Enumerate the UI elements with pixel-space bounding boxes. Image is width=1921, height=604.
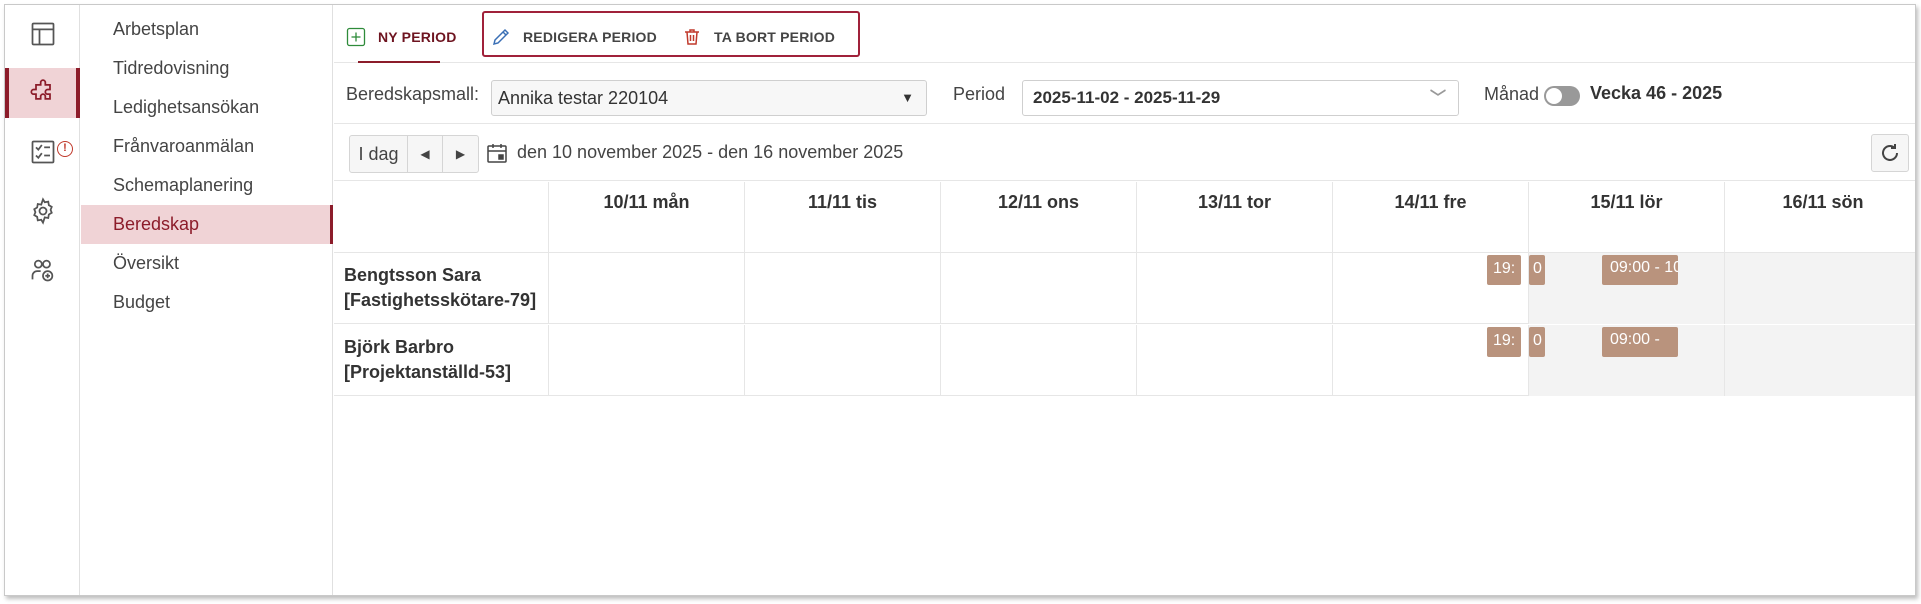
week-label: Vecka 46 - 2025 [1590, 83, 1723, 103]
pencil-icon [492, 28, 510, 46]
filter-bar: Beredskapsmall: Annika testar 220104 ▼ P… [334, 64, 1915, 124]
rail-users[interactable] [5, 245, 80, 295]
shift-chip[interactable]: 19: [1487, 255, 1521, 285]
chevron-down-icon: ﹀ [1429, 90, 1446, 107]
toggle-knob [1546, 88, 1562, 104]
delete-period-button[interactable]: TA BORT PERIOD [682, 27, 835, 47]
warning-badge-icon: ! [57, 141, 73, 157]
active-tab-underline [358, 61, 440, 63]
refresh-icon [1882, 144, 1898, 161]
shift-chip[interactable]: 09:00 - 10:00 [1602, 255, 1678, 285]
date-navigation-bar: I dag ◀ ▶ den 10 november 2025 - den 16 … [334, 125, 1915, 181]
rail-checklist[interactable]: ! [5, 127, 80, 177]
rail-settings[interactable] [5, 186, 80, 236]
table-row: Björk Barbro [Projektanställd-53] 19: 0 … [334, 325, 1915, 396]
caret-down-icon: ▼ [901, 90, 914, 105]
rail-puzzle[interactable] [5, 68, 80, 118]
sidebar-item-ledighetsansokan[interactable]: Ledighetsansökan [81, 88, 333, 127]
delete-period-label: TA BORT PERIOD [714, 29, 836, 45]
icon-rail: ! [5, 5, 80, 595]
checklist-icon [31, 140, 54, 164]
rail-layout[interactable] [5, 9, 80, 59]
edit-period-label: REDIGERA PERIOD [523, 29, 657, 45]
calendar-grid: 10/11 mån 11/11 tis 12/11 ons 13/11 tor … [334, 182, 1915, 397]
period-select[interactable]: 2025-11-02 - 2025-11-29 ﹀ [1022, 80, 1459, 116]
day-header-mon: 10/11 mån [549, 182, 745, 253]
period-select-value: 2025-11-02 - 2025-11-29 [1033, 88, 1221, 107]
day-cell-weekend[interactable] [1725, 325, 1915, 396]
edit-period-button[interactable]: REDIGERA PERIOD [491, 27, 657, 47]
sidebar: Arbetsplan Tidredovisning Ledighetsansök… [81, 5, 333, 595]
shift-chip[interactable]: 09:00 - [1602, 327, 1678, 357]
template-label: Beredskapsmall: [346, 84, 480, 104]
sidebar-item-arbetsplan[interactable]: Arbetsplan [81, 10, 333, 49]
sidebar-item-tidredovisning[interactable]: Tidredovisning [81, 49, 333, 88]
template-select-value: Annika testar 220104 [498, 88, 669, 108]
layout-icon [31, 22, 54, 46]
new-period-label: NY PERIOD [378, 29, 457, 45]
gear-icon [32, 197, 53, 225]
day-cell[interactable] [549, 253, 745, 324]
name-cell-border [334, 253, 549, 324]
sidebar-item-oversikt[interactable]: Översikt [81, 244, 333, 283]
day-header-sat: 15/11 lör [1529, 182, 1725, 253]
shift-chip[interactable]: 0 [1529, 327, 1545, 357]
app-window: ! Arbetsplan Tidredovisning Ledighetsans… [4, 4, 1916, 596]
sidebar-item-schemaplanering[interactable]: Schemaplanering [81, 166, 333, 205]
month-week-toggle[interactable] [1544, 86, 1580, 106]
day-cell[interactable] [1137, 253, 1333, 324]
main-content: NY PERIOD REDIGERA PERIOD TA BORT PERIOD… [334, 5, 1915, 595]
users-add-icon [31, 259, 53, 282]
table-row: Bengtsson Sara [Fastighetsskötare-79] 19… [334, 253, 1915, 324]
date-nav-buttons: I dag ◀ ▶ [349, 135, 479, 173]
day-cell[interactable] [745, 325, 941, 396]
day-cell[interactable] [745, 253, 941, 324]
day-cell[interactable] [549, 325, 745, 396]
shift-chip[interactable]: 0 [1529, 255, 1545, 285]
day-header-wed: 12/11 ons [941, 182, 1137, 253]
month-label: Månad [1484, 84, 1540, 104]
sidebar-item-beredskap[interactable]: Beredskap [81, 205, 333, 244]
arrow-left-icon: ◀ [420, 147, 430, 161]
template-select[interactable]: Annika testar 220104 ▼ [491, 80, 927, 116]
day-header-thu: 13/11 tor [1137, 182, 1333, 253]
next-week-button[interactable]: ▶ [443, 136, 478, 172]
day-cell[interactable] [1137, 325, 1333, 396]
day-cell[interactable] [941, 253, 1137, 324]
day-cell-weekend[interactable] [1725, 253, 1915, 324]
plus-square-icon [346, 27, 366, 47]
toolbar: NY PERIOD REDIGERA PERIOD TA BORT PERIOD [334, 5, 1915, 63]
period-label: Period [953, 84, 1006, 104]
day-header-sun: 16/11 sön [1725, 182, 1915, 253]
date-range-text: den 10 november 2025 - den 16 november 2… [517, 142, 904, 162]
new-period-button[interactable]: NY PERIOD [346, 27, 457, 47]
puzzle-icon [29, 79, 51, 100]
shift-chip[interactable]: 19: [1487, 327, 1521, 357]
sidebar-item-budget[interactable]: Budget [81, 283, 333, 322]
today-button[interactable]: I dag [350, 136, 408, 172]
previous-week-button[interactable]: ◀ [408, 136, 443, 172]
arrow-right-icon: ▶ [455, 147, 466, 161]
refresh-button[interactable] [1871, 134, 1909, 172]
calendar-icon[interactable] [486, 142, 508, 164]
sidebar-item-franvaroanmalan[interactable]: Frånvaroanmälan [81, 127, 333, 166]
day-cell[interactable] [941, 325, 1137, 396]
name-column-header [334, 182, 549, 253]
day-header-tue: 11/11 tis [745, 182, 941, 253]
day-header-fri: 14/11 fre [1333, 182, 1529, 253]
name-cell-border [334, 325, 549, 396]
trash-icon [685, 29, 699, 45]
